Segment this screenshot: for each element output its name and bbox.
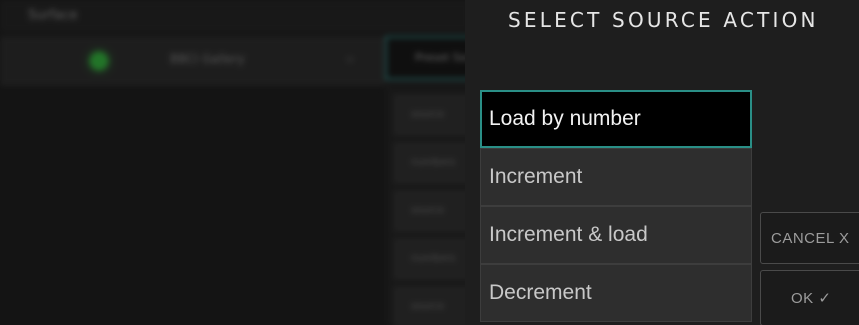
cancel-button-label: CANCEL X bbox=[771, 229, 850, 247]
option-load-by-number[interactable]: Load by number bbox=[480, 90, 752, 148]
background-cell: numbers bbox=[393, 238, 473, 280]
action-options-list: Load by number Increment Increment & loa… bbox=[480, 90, 752, 322]
option-label: Increment & load bbox=[489, 223, 648, 246]
background-title: Surface bbox=[0, 0, 470, 32]
background-row-label: BBCI Gallery bbox=[170, 52, 245, 66]
option-increment[interactable]: Increment bbox=[480, 148, 752, 206]
option-label: Increment bbox=[489, 165, 583, 188]
option-increment-and-load[interactable]: Increment & load bbox=[480, 206, 752, 264]
background-cell: source bbox=[393, 190, 473, 232]
ok-button[interactable]: OK ✓ bbox=[760, 270, 859, 325]
option-label: Load by number bbox=[489, 107, 641, 130]
screen: Surface BBCI Gallery ⌄ Preset Source sou… bbox=[0, 0, 859, 325]
background-cell: source bbox=[393, 94, 473, 136]
option-label: Decrement bbox=[489, 281, 592, 304]
dialog-title: SELECT SOURCE ACTION bbox=[508, 8, 819, 32]
ok-button-label: OK ✓ bbox=[791, 290, 832, 307]
background-cell: numbers bbox=[393, 142, 473, 184]
option-decrement[interactable]: Decrement bbox=[480, 264, 752, 322]
cancel-button[interactable]: CANCEL X bbox=[760, 212, 859, 264]
status-led bbox=[90, 52, 108, 70]
background-cell: source bbox=[393, 286, 473, 325]
chevron-down-icon: ⌄ bbox=[345, 50, 356, 64]
